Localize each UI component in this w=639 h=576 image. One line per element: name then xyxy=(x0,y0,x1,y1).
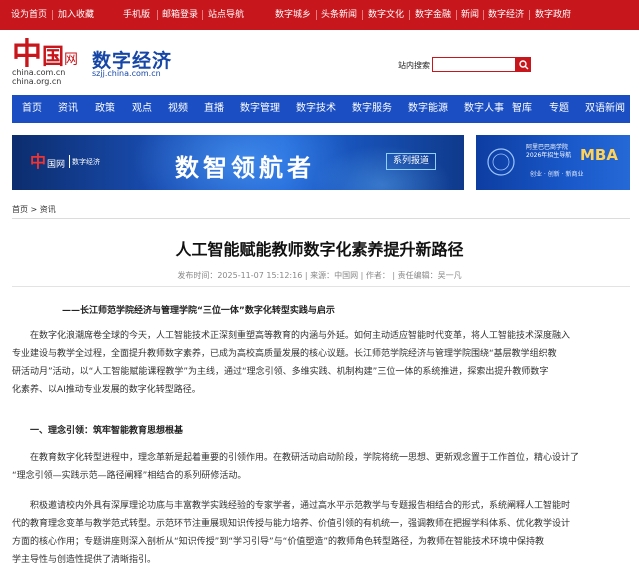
topbar-link-news[interactable]: 新闻 xyxy=(461,9,479,21)
breadcrumb-separator: > xyxy=(28,205,40,214)
topbar-divider xyxy=(316,10,317,20)
svg-text:中: 中 xyxy=(12,37,42,70)
paragraph-line: 学主导性与创造性提供了清晰指引。 xyxy=(12,555,157,565)
search-icon xyxy=(518,59,528,69)
section-heading: 一、理念引领：筑牢智能教育思想根基 xyxy=(30,426,184,436)
topbar-link-digital-finance[interactable]: 数字金融 xyxy=(415,9,451,21)
meta-divider xyxy=(12,286,630,287)
nav-item-policy[interactable]: 政策 xyxy=(95,103,115,115)
paragraph-line: 积极邀请校内外具有深厚理论功底与丰富教学实践经验的专家学者，通过高水平示范教学与… xyxy=(30,501,571,511)
topbar-link-digital-culture[interactable]: 数字文化 xyxy=(368,9,404,21)
search-label: 站内搜索 xyxy=(398,61,430,70)
nav-item-think-tank[interactable]: 智库 xyxy=(512,103,532,115)
topbar-link-site-nav[interactable]: 站点导航 xyxy=(208,9,244,21)
breadcrumb: 首页 > 资讯 xyxy=(12,204,56,215)
ad-school-name: 阿里巴巴商学院 xyxy=(526,144,569,151)
svg-text:中: 中 xyxy=(30,152,46,171)
paragraph-line: “理念引领—实践示范—路径阐释”相结合的系列研修活动。 xyxy=(12,471,247,481)
ad-enroll-text: 2026年招生导航 xyxy=(526,152,572,159)
article-meta: 发布时间：2025-11-07 15:12:16 | 来源：中国网 | 作者： … xyxy=(177,271,462,280)
nav-item-home[interactable]: 首页 xyxy=(22,103,42,115)
svg-text:国网: 国网 xyxy=(47,159,65,170)
paragraph-line: 专业建设与教学全过程，全面提升教师数字素养，已成为高校高质量发展的核心议题。长江… xyxy=(12,349,557,359)
topbar-link-mobile[interactable]: 手机版 xyxy=(123,9,150,21)
topbar-divider xyxy=(202,10,203,20)
nav-item-special-topics[interactable]: 专题 xyxy=(549,103,569,115)
ad-mba-label: MBA xyxy=(580,146,618,164)
topbar-divider xyxy=(529,10,530,20)
article-title: 人工智能赋能教师数字化素养提升新路径 xyxy=(175,240,464,259)
nav-item-live[interactable]: 直播 xyxy=(204,103,224,115)
topbar-divider xyxy=(456,10,457,20)
topbar-link-digital-economy[interactable]: 数字经济 xyxy=(488,9,524,21)
nav-item-digital-energy[interactable]: 数字能源 xyxy=(408,103,448,115)
nav-item-digital-personnel[interactable]: 数字人事 xyxy=(464,103,504,115)
nav-item-video[interactable]: 视频 xyxy=(168,103,188,115)
paragraph-line: 方面的核心作用；专题讲座则深入剖析从“知识传授”到“学习引导”与“价值塑造”的教… xyxy=(12,537,544,547)
svg-text:国: 国 xyxy=(42,44,64,70)
nav-item-digital-technology[interactable]: 数字技术 xyxy=(296,103,336,115)
logo-domain-1: china.com.cn xyxy=(12,68,66,77)
topbar-divider xyxy=(157,10,158,20)
logo-domain-2: china.org.cn xyxy=(12,77,62,86)
topbar-link-add-favorite[interactable]: 加入收藏 xyxy=(58,9,94,21)
article-subtitle: ——长江师范学院经济与管理学院“三位一体”数字化转型实践与启示 xyxy=(62,306,335,316)
china-com-cn-logo[interactable]: 中 国 网 xyxy=(12,36,82,70)
topbar-link-mail-login[interactable]: 邮箱登录 xyxy=(162,9,198,21)
nav-item-opinion[interactable]: 观点 xyxy=(132,103,152,115)
svg-text:数字经济: 数字经济 xyxy=(72,157,100,166)
topbar-divider xyxy=(52,10,53,20)
breadcrumb-home[interactable]: 首页 xyxy=(12,205,28,214)
topbar-link-digital-government[interactable]: 数字政府 xyxy=(535,9,571,21)
paragraph-line: 化素养、以AI推动专业发展的数字化转型路径。 xyxy=(12,385,201,395)
school-emblem-icon xyxy=(487,148,515,176)
banner-tag: 系列报道 xyxy=(386,153,437,170)
nav-item-bilingual-news[interactable]: 双语新闻 xyxy=(585,103,625,115)
svg-text:网: 网 xyxy=(64,52,78,68)
search-button[interactable] xyxy=(516,57,531,72)
article-paragraph: 在教育数字化转型进程中，理念革新是起着重要的引领作用。在教研活动启动阶段，学院将… xyxy=(12,449,630,485)
topbar-link-headlines[interactable]: 头条新闻 xyxy=(321,9,357,21)
breadcrumb-current[interactable]: 资讯 xyxy=(40,205,56,214)
mba-ad-banner[interactable]: 阿里巴巴商学院 2026年招生导航 MBA 创业 · 创新 · 新商业 xyxy=(476,135,630,190)
paragraph-line: 代的教育理念变革与教学范式转型。示范环节注重展现知识传授与能力培养、价值引领的有… xyxy=(12,519,571,529)
nav-item-digital-service[interactable]: 数字服务 xyxy=(352,103,392,115)
banner-logo-icon: 中 国网 数字经济 xyxy=(30,152,100,171)
breadcrumb-divider xyxy=(12,218,630,219)
topbar-link-set-homepage[interactable]: 设为首页 xyxy=(11,9,47,21)
nav-item-news[interactable]: 资讯 xyxy=(58,103,78,115)
channel-domain: szjj.china.com.cn xyxy=(92,69,161,78)
article-paragraph: 在数字化浪潮席卷全球的今天，人工智能技术正深刻重塑高等教育的内涵与外延。如何主动… xyxy=(12,327,630,399)
top-utility-bar: 设为首页 加入收藏 手机版 邮箱登录 站点导航 数字城乡 头条新闻 数字文化 数… xyxy=(0,0,639,30)
paragraph-line: 研活动月”活动，以“人工智能赋能课程教学”为主线，通过“理念引领、多维实践、机制… xyxy=(12,367,549,377)
nav-item-digital-management[interactable]: 数字管理 xyxy=(240,103,280,115)
main-nav: 首页 资讯 政策 观点 视频 直播 数字管理 数字技术 数字服务 数字能源 数字… xyxy=(12,95,630,123)
site-search-input[interactable] xyxy=(432,57,516,72)
topbar-link-digital-urban-rural[interactable]: 数字城乡 xyxy=(275,9,311,21)
ad-slogan: 创业 · 创新 · 新商业 xyxy=(530,171,584,178)
paragraph-line: 在教育数字化转型进程中，理念革新是起着重要的引领作用。在教研活动启动阶段，学院将… xyxy=(30,453,580,463)
topbar-divider xyxy=(483,10,484,20)
topbar-divider xyxy=(362,10,363,20)
feature-banner[interactable]: 中 国网 数字经济 数智领航者 系列报道 xyxy=(12,135,464,190)
banner-title: 数智领航者 xyxy=(175,154,315,182)
paragraph-line: 在数字化浪潮席卷全球的今天，人工智能技术正深刻重塑高等教育的内涵与外延。如何主动… xyxy=(30,331,571,341)
article-paragraph: 积极邀请校内外具有深厚理论功底与丰富教学实践经验的专家学者，通过高水平示范教学与… xyxy=(12,497,630,569)
topbar-divider xyxy=(409,10,410,20)
